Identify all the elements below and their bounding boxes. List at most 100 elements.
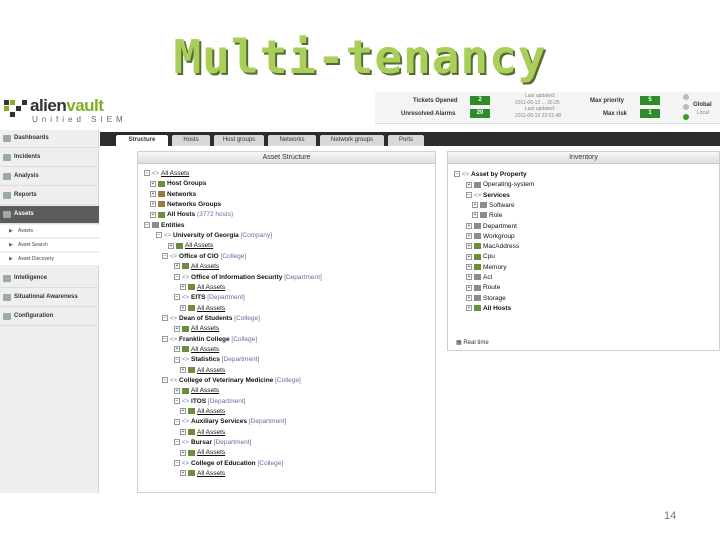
inventory-tree-node[interactable]: + Route: [466, 283, 500, 293]
inventory-tree-label[interactable]: Operating-system: [483, 181, 534, 188]
expand-icon[interactable]: +: [466, 305, 472, 312]
collapse-icon[interactable]: −: [174, 460, 180, 467]
inventory-tree-label[interactable]: Workgroup: [483, 233, 515, 240]
asset-tree-node[interactable]: + All Assets: [180, 469, 225, 479]
expand-icon[interactable]: +: [168, 242, 174, 249]
collapse-icon[interactable]: −: [174, 294, 180, 301]
expand-icon[interactable]: +: [180, 429, 186, 436]
asset-tree-label[interactable]: All Assets: [185, 242, 213, 249]
sidebar-item-reports[interactable]: Reports: [0, 187, 99, 205]
expand-icon[interactable]: +: [466, 284, 472, 291]
expand-icon[interactable]: +: [174, 387, 180, 394]
inventory-tree-node[interactable]: + Storage: [466, 294, 506, 304]
asset-tree-node[interactable]: + All Assets: [174, 345, 219, 355]
asset-tree-label[interactable]: Statistics: [191, 356, 220, 363]
inventory-tree-node[interactable]: + Cpu: [466, 252, 495, 262]
asset-tree-node[interactable]: + All Assets: [174, 386, 219, 396]
asset-tree-label[interactable]: All Assets: [197, 408, 225, 415]
tickets-opened-badge[interactable]: 2: [470, 96, 490, 105]
tab-structure[interactable]: Structure: [116, 135, 168, 146]
inventory-tree-node[interactable]: + Memory: [466, 263, 506, 273]
collapse-icon[interactable]: −: [162, 335, 168, 342]
asset-tree-label[interactable]: Networks: [167, 191, 196, 198]
inventory-tree-node[interactable]: − <> Services: [466, 191, 510, 201]
unresolved-alarms-badge[interactable]: 20: [470, 109, 490, 118]
expand-icon[interactable]: +: [180, 366, 186, 373]
expand-icon[interactable]: +: [150, 190, 156, 197]
inventory-tree-label[interactable]: Memory: [483, 264, 506, 271]
sidebar-item-intelligence[interactable]: Intelligence: [0, 270, 99, 288]
asset-tree-label[interactable]: All Assets: [197, 305, 225, 312]
asset-tree-node[interactable]: + All Assets: [180, 407, 225, 417]
asset-tree-node[interactable]: − <> College of Veterinary Medicine [Colle…: [162, 376, 301, 386]
expand-icon[interactable]: +: [150, 180, 156, 187]
asset-tree-node[interactable]: + All Assets: [180, 448, 225, 458]
collapse-icon[interactable]: −: [174, 273, 180, 280]
sidebar-subitem-asset-search[interactable]: ▶ Asset Search: [0, 239, 99, 252]
asset-tree-label[interactable]: Office of CIO: [179, 253, 219, 260]
asset-tree-label[interactable]: College of Education: [191, 460, 256, 467]
asset-tree-label[interactable]: All Assets: [191, 387, 219, 394]
asset-tree-label[interactable]: All Assets: [197, 367, 225, 374]
asset-tree-label[interactable]: Host Groups: [167, 180, 206, 187]
asset-tree-node[interactable]: − <> Office of CIO [College]: [162, 252, 246, 262]
sidebar-subitem-asset-discovery[interactable]: ▶ Asset Discovery: [0, 253, 99, 266]
inventory-tree-label[interactable]: Software: [489, 202, 515, 209]
asset-tree-label[interactable]: All Assets: [191, 263, 219, 270]
inventory-tree-label[interactable]: Services: [483, 192, 510, 199]
asset-tree-node[interactable]: + All Hosts (3772 hosts): [150, 210, 233, 220]
expand-icon[interactable]: +: [180, 304, 186, 311]
expand-icon[interactable]: +: [466, 253, 472, 260]
sidebar-item-assets[interactable]: Assets: [0, 206, 99, 224]
asset-tree-label[interactable]: All Assets: [197, 449, 225, 456]
sidebar-item-configuration[interactable]: Configuration: [0, 308, 99, 326]
collapse-icon[interactable]: −: [144, 170, 150, 177]
collapse-icon[interactable]: −: [174, 418, 180, 425]
asset-tree-node[interactable]: − <> Office of Information Security [Depar…: [174, 273, 322, 283]
expand-icon[interactable]: +: [472, 212, 478, 219]
max-priority-badge[interactable]: 5: [640, 96, 660, 105]
tab-host-groups[interactable]: Host groups: [214, 135, 264, 146]
asset-tree-node[interactable]: + Networks Groups: [150, 200, 221, 210]
asset-tree-label[interactable]: All Assets: [197, 429, 225, 436]
asset-tree-node[interactable]: + All Assets: [168, 241, 213, 251]
collapse-icon[interactable]: −: [162, 315, 168, 322]
expand-icon[interactable]: +: [466, 181, 472, 188]
asset-tree-node[interactable]: + Networks: [150, 190, 196, 200]
expand-icon[interactable]: +: [466, 233, 472, 240]
asset-tree-node[interactable]: − <> Auxiliary Services [Department]: [174, 417, 286, 427]
inventory-tree-label[interactable]: All Hosts: [483, 305, 511, 312]
inventory-tree-node[interactable]: + Workgroup: [466, 232, 515, 242]
asset-tree-label[interactable]: Office of Information Security: [191, 274, 282, 281]
asset-tree-label[interactable]: All Assets: [191, 346, 219, 353]
inventory-tree-label[interactable]: Department: [483, 223, 517, 230]
realtime-toggle[interactable]: ▦ Real time: [456, 339, 489, 346]
expand-icon[interactable]: +: [466, 263, 472, 270]
local-label[interactable]: Local: [697, 110, 709, 116]
asset-tree-label[interactable]: Dean of Students: [179, 315, 232, 322]
inventory-tree-label[interactable]: Route: [483, 284, 500, 291]
expand-icon[interactable]: +: [174, 346, 180, 353]
asset-tree-node[interactable]: + Host Groups: [150, 179, 206, 189]
asset-tree-node[interactable]: + All Assets: [180, 366, 225, 376]
collapse-icon[interactable]: −: [174, 397, 180, 404]
sidebar-item-incidents[interactable]: Incidents: [0, 149, 99, 167]
expand-icon[interactable]: +: [472, 202, 478, 209]
asset-tree-node[interactable]: + All Assets: [180, 304, 225, 314]
expand-icon[interactable]: +: [180, 470, 186, 477]
tab-hosts[interactable]: Hosts: [172, 135, 210, 146]
inventory-tree-label[interactable]: Cpu: [483, 253, 495, 260]
sidebar-subitem-assets[interactable]: ▶ Assets: [0, 225, 99, 238]
inventory-tree-label[interactable]: Acl: [483, 274, 492, 281]
expand-icon[interactable]: +: [180, 284, 186, 291]
inventory-tree-node[interactable]: + Software: [472, 201, 515, 211]
expand-icon[interactable]: +: [466, 274, 472, 281]
asset-tree-label[interactable]: College of Veterinary Medicine: [179, 377, 273, 384]
collapse-icon[interactable]: −: [466, 191, 472, 198]
sidebar-item-situational-awareness[interactable]: Situational Awareness: [0, 289, 99, 307]
expand-icon[interactable]: +: [466, 243, 472, 250]
max-risk-badge[interactable]: 1: [640, 109, 660, 118]
asset-tree-node[interactable]: + All Assets: [180, 428, 225, 438]
collapse-icon[interactable]: −: [162, 253, 168, 260]
asset-tree-node[interactable]: − <> All Assets: [144, 169, 189, 179]
